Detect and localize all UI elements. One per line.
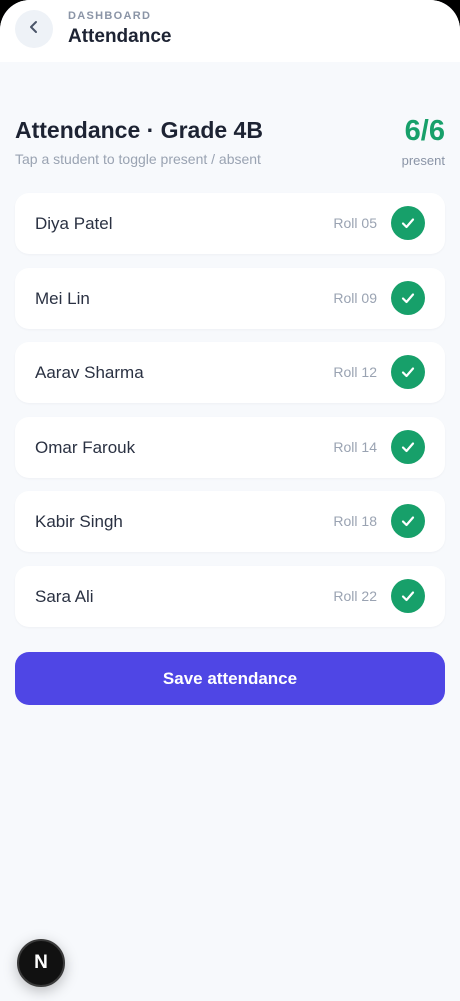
app-screen: DASHBOARD Attendance Attendance · Grade … <box>0 0 460 1001</box>
present-toggle[interactable] <box>391 206 425 240</box>
instructions-text: Tap a student to toggle present / absent <box>15 151 261 167</box>
student-row[interactable]: Omar Farouk Roll 14 <box>15 416 445 478</box>
class-heading: Attendance · Grade 4B <box>15 117 263 143</box>
present-toggle[interactable] <box>391 504 425 538</box>
present-count: 6/6 <box>404 115 445 147</box>
student-row[interactable]: Diya Patel Roll 05 <box>15 193 445 254</box>
student-name: Aarav Sharma <box>35 363 144 382</box>
student-row[interactable]: Kabir Singh Roll 18 <box>15 491 445 552</box>
page-title: Attendance <box>68 26 172 47</box>
student-name: Mei Lin <box>35 288 90 308</box>
student-row[interactable]: Aarav Sharma Roll 12 <box>15 342 445 403</box>
back-button[interactable] <box>15 10 53 48</box>
chevron-left-icon <box>26 19 42 40</box>
student-roll: Roll 09 <box>333 289 377 306</box>
student-name: Kabir Singh <box>35 512 123 531</box>
top-bar: DASHBOARD Attendance <box>0 0 460 62</box>
breadcrumb[interactable]: DASHBOARD <box>68 10 151 22</box>
present-toggle[interactable] <box>391 355 425 389</box>
student-row[interactable]: Mei Lin Roll 09 <box>15 267 445 329</box>
check-icon <box>401 292 415 303</box>
check-icon <box>401 590 415 601</box>
student-list: Diya Patel Roll 05 Mei Lin Roll 09 Aarav… <box>15 193 445 640</box>
student-name: Omar Farouk <box>35 437 136 457</box>
save-attendance-button[interactable]: Save attendance <box>15 652 445 705</box>
present-toggle[interactable] <box>391 429 425 464</box>
student-roll: Roll 18 <box>333 513 377 529</box>
student-roll: Roll 14 <box>333 438 377 455</box>
student-roll: Roll 05 <box>333 215 377 231</box>
student-roll: Roll 22 <box>333 587 377 604</box>
student-roll: Roll 12 <box>333 364 377 380</box>
student-row[interactable]: Sara Ali Roll 22 <box>15 565 445 627</box>
check-icon <box>401 367 415 378</box>
present-toggle[interactable] <box>391 578 425 613</box>
student-name: Sara Ali <box>35 586 94 606</box>
present-toggle[interactable] <box>391 280 425 315</box>
check-icon <box>401 516 415 527</box>
check-icon <box>401 218 415 229</box>
check-icon <box>401 441 415 452</box>
n-logo-button[interactable]: N <box>17 939 65 987</box>
present-count-label: present <box>401 153 445 168</box>
student-name: Diya Patel <box>35 214 113 233</box>
